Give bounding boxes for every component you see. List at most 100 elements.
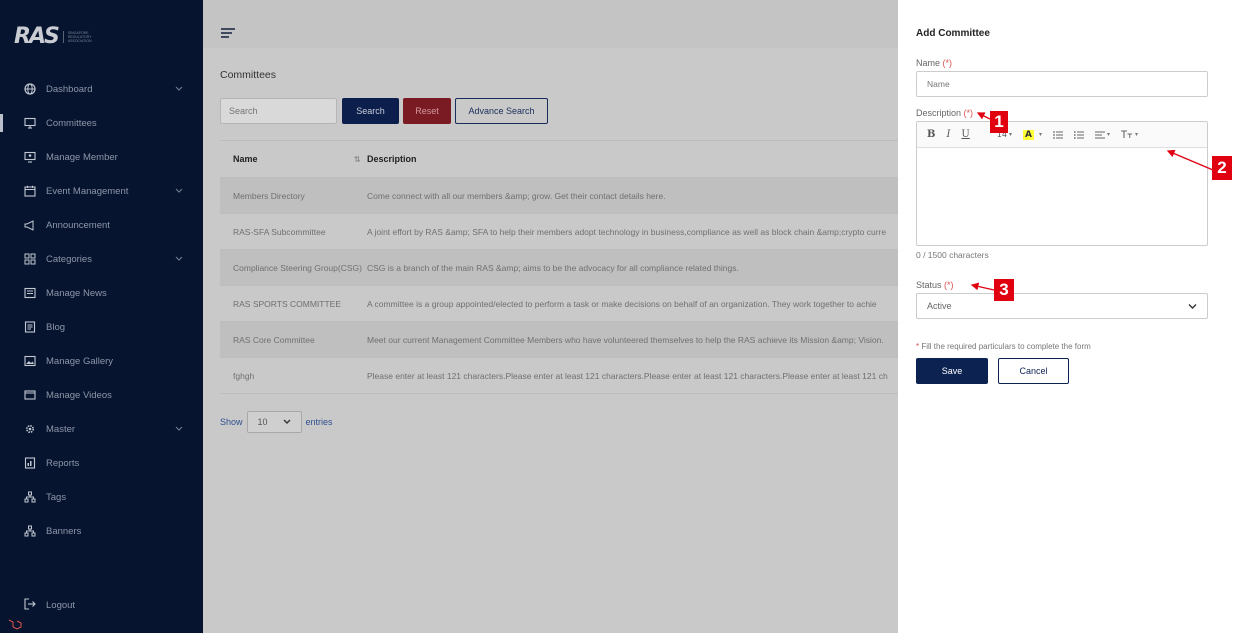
add-committee-panel: Add Committee Name (*) Description (*) B… (898, 0, 1244, 633)
sidebar-item-label: Categories (46, 253, 92, 265)
panel-title: Add Committee (916, 28, 990, 39)
sidebar-item-label: Reports (46, 457, 80, 469)
cancel-button[interactable]: Cancel (998, 358, 1069, 384)
sidebar-item-committees[interactable]: Committees (0, 106, 203, 140)
table-row[interactable]: fghgh Please enter at least 121 characte… (220, 358, 898, 394)
align-dropdown[interactable]: ▾ (1095, 131, 1110, 139)
entries-label: entries (305, 417, 333, 427)
report-icon (24, 457, 36, 469)
sidebar-item-dashboard[interactable]: Dashboard (0, 72, 203, 106)
annotation-badge-1: 1 (990, 111, 1008, 133)
sidebar-item-event-management[interactable]: Event Management (0, 174, 203, 208)
gear-icon (24, 423, 36, 435)
table-row[interactable]: RAS-SFA Subcommittee A joint effort by R… (220, 214, 898, 250)
cell-description: Please enter at least 121 characters.Ple… (367, 370, 888, 381)
entries-select[interactable]: 10 (246, 411, 302, 433)
search-button[interactable]: Search (342, 98, 399, 124)
chevron-down-icon (175, 254, 183, 265)
caret-down-icon: ▾ (1009, 131, 1013, 138)
sidebar-item-banners[interactable]: Banners (0, 514, 203, 548)
cell-description: Come connect with all our members &amp; … (367, 190, 666, 201)
character-count: 0 / 1500 characters (916, 250, 989, 260)
bold-button[interactable]: B (927, 129, 935, 140)
cell-name: fghgh (233, 370, 255, 381)
sidebar-item-label: Banners (46, 525, 82, 537)
sidebar: RAS SINGAPORE REGULATORY ASSOCIATION Das… (0, 0, 203, 633)
logout-button[interactable]: Logout (24, 598, 75, 613)
column-header-description[interactable]: Description (367, 154, 417, 164)
sidebar-item-label: Manage Gallery (46, 355, 114, 367)
page-title: Committees (220, 69, 277, 81)
sidebar-item-manage-news[interactable]: Manage News (0, 276, 203, 310)
logout-label: Logout (46, 600, 76, 611)
calendar-icon (24, 185, 36, 197)
logout-icon (24, 598, 36, 613)
save-button[interactable]: Save (916, 358, 988, 384)
sidebar-item-label: Announcement (46, 219, 110, 231)
column-header-name[interactable]: Name (220, 154, 367, 164)
annotation-badge-3: 3 (994, 279, 1014, 301)
entries-control: Show 10 entries (220, 411, 333, 433)
megaphone-icon (24, 219, 36, 231)
sidebar-item-blog[interactable]: Blog (0, 310, 203, 344)
description-editor[interactable]: B I U 14 ▾ A ▾ ▾ ▾ (916, 121, 1208, 246)
sidebar-item-manage-videos[interactable]: Manage Videos (0, 378, 203, 412)
main-content: Committees Search Reset Advance Search N… (203, 0, 898, 633)
unordered-list-icon[interactable] (1053, 130, 1064, 139)
highlight-button: A (1023, 129, 1035, 140)
active-indicator (0, 114, 3, 132)
sidebar-item-announcement[interactable]: Announcement (0, 208, 203, 242)
ordered-list-icon[interactable] (1074, 130, 1085, 139)
sidebar-item-categories[interactable]: Categories (0, 242, 203, 276)
sidebar-item-reports[interactable]: Reports (0, 446, 203, 480)
cell-name: RAS SPORTS COMMITTEE (233, 298, 341, 309)
sidebar-item-label: Dashboard (46, 83, 93, 95)
chevron-down-icon (283, 417, 291, 427)
sidebar-item-label: Committees (46, 117, 97, 129)
sidebar-item-manage-gallery[interactable]: Manage Gallery (0, 344, 203, 378)
entries-value: 10 (257, 417, 268, 427)
name-input[interactable] (916, 71, 1208, 97)
cell-name: Compliance Steering Group(CSG) (233, 262, 362, 273)
search-input[interactable] (220, 98, 337, 124)
sidebar-item-label: Master (46, 423, 76, 435)
status-select[interactable]: Active (916, 293, 1208, 319)
table-row[interactable]: Compliance Steering Group(CSG) CSG is a … (220, 250, 898, 286)
italic-button[interactable]: I (946, 129, 950, 140)
chevron-down-icon (1188, 302, 1197, 312)
sidebar-item-tags[interactable]: Tags (0, 480, 203, 514)
table-row[interactable]: RAS SPORTS COMMITTEE A committee is a gr… (220, 286, 898, 322)
table-header: Name ⇅ Description (220, 141, 898, 178)
status-value: Active (927, 301, 952, 311)
logo[interactable]: RAS SINGAPORE REGULATORY ASSOCIATION (14, 24, 101, 49)
committees-table: Name ⇅ Description Members Directory Com… (220, 140, 898, 394)
logo-mark: RAS (14, 24, 60, 49)
sidebar-item-manage-member[interactable]: Manage Member (0, 140, 203, 174)
sidebar-item-master[interactable]: Master (0, 412, 203, 446)
form-note: * Fill the required particulars to compl… (916, 342, 1091, 351)
caret-down-icon: ▾ (1107, 131, 1111, 138)
menu-toggle-icon[interactable] (221, 28, 235, 40)
sidebar-nav: Dashboard Committees Manage Member Event… (0, 72, 203, 548)
underline-button[interactable]: U (961, 129, 969, 140)
sidebar-item-label: Manage Videos (46, 389, 112, 401)
monitor-users-icon (24, 151, 36, 163)
advance-search-button[interactable]: Advance Search (455, 98, 548, 124)
cell-description: A committee is a group appointed/elected… (367, 298, 877, 309)
sidebar-item-label: Manage News (46, 287, 107, 299)
name-label: Name (*) (916, 58, 952, 68)
sort-icon[interactable]: ⇅ (354, 155, 361, 164)
highlight-dropdown[interactable]: A ▾ (1023, 129, 1042, 140)
table-row[interactable]: RAS Core Committee Meet our current Mana… (220, 322, 898, 358)
monitor-icon (24, 117, 36, 129)
chevron-down-icon (175, 84, 183, 95)
sidebar-item-label: Blog (46, 321, 66, 333)
annotation-badge-2: 2 (1212, 156, 1232, 180)
text-style-dropdown[interactable]: ▾ (1121, 130, 1138, 139)
cell-description: Meet our current Management Committee Me… (367, 334, 884, 345)
reset-button[interactable]: Reset (403, 98, 451, 124)
cell-description: A joint effort by RAS &amp; SFA to help … (367, 226, 887, 237)
required-marker: (*) (942, 58, 953, 68)
image-icon (24, 355, 36, 367)
table-row[interactable]: Members Directory Come connect with all … (220, 178, 898, 214)
